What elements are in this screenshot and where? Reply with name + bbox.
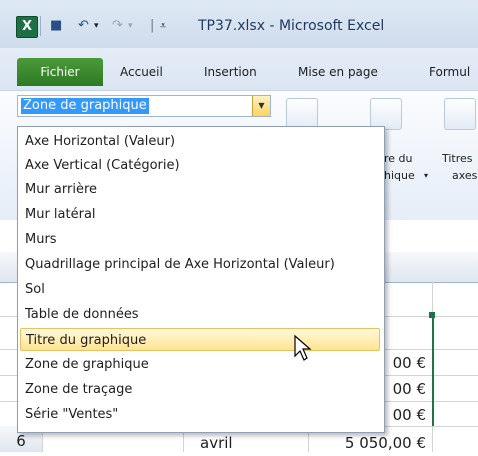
cell-month[interactable]: avril	[200, 434, 233, 452]
chart-title-label-1: re du	[384, 152, 413, 165]
tab-mise-en-page[interactable]: Mise en page	[298, 65, 378, 79]
axis-titles-label-2: axes	[452, 169, 478, 182]
dropdown-item-mur-lateral[interactable]: Mur latéral	[20, 203, 380, 226]
tab-insertion[interactable]: Insertion	[204, 65, 257, 79]
dropdown-item-mur-arriere[interactable]: Mur arrière	[20, 178, 380, 201]
title-bar: X ■ ↶ ▾ ↷ ▾ | ⩡ TP37.xlsx - Microsoft Ex…	[0, 0, 478, 48]
customize-toolbar-icon[interactable]: ⩡	[160, 16, 166, 36]
save-icon[interactable]: ■	[50, 16, 62, 36]
chevron-down-icon: ▾	[424, 171, 429, 180]
undo-dropdown-icon[interactable]: ▾	[94, 16, 99, 36]
dropdown-item-titre-graphique[interactable]: Titre du graphique	[20, 328, 380, 351]
chevron-down-icon[interactable]: ▼	[252, 96, 270, 116]
mouse-cursor-icon	[294, 334, 312, 361]
dropdown-item-sol[interactable]: Sol	[20, 278, 380, 301]
dropdown-item-murs[interactable]: Murs	[20, 228, 380, 251]
tab-accueil[interactable]: Accueil	[120, 65, 163, 79]
ribbon-tabs: Fichier Accueil Insertion Mise en page F…	[0, 48, 478, 90]
cell-amount[interactable]: 5 050,00 €	[306, 434, 426, 452]
selection-border	[432, 318, 434, 426]
dropdown-item-zone-tracage[interactable]: Zone de traçage	[20, 378, 380, 401]
chart-element-dropdown: Axe Horizontal (Valeur) Axe Vertical (Ca…	[17, 126, 385, 433]
redo-icon: ↷	[112, 18, 123, 33]
dropdown-item-axe-horizontal[interactable]: Axe Horizontal (Valeur)	[20, 130, 380, 153]
axis-titles-button[interactable]	[444, 98, 476, 130]
chart-element-selector[interactable]: Zone de graphique ▼	[17, 95, 271, 117]
tab-formules[interactable]: Formul	[429, 65, 470, 79]
separator	[40, 16, 41, 36]
chart-title-label-2: hique	[384, 169, 415, 182]
undo-icon[interactable]: ↶	[78, 16, 89, 36]
axis-titles-label-1: Titres	[442, 152, 473, 165]
dropdown-item-table-donnees[interactable]: Table de données	[20, 303, 380, 326]
separator: |	[150, 18, 155, 33]
redo-dropdown-icon: ▾	[128, 21, 133, 31]
dropdown-item-serie-ventes[interactable]: Série "Ventes"	[20, 403, 380, 426]
excel-icon[interactable]: X	[16, 16, 38, 38]
window-title: TP37.xlsx - Microsoft Excel	[198, 18, 385, 34]
tab-fichier[interactable]: Fichier	[17, 58, 103, 86]
selector-value: Zone de graphique	[21, 98, 149, 114]
dropdown-item-axe-vertical[interactable]: Axe Vertical (Catégorie)	[20, 154, 380, 177]
dropdown-item-quadrillage[interactable]: Quadrillage principal de Axe Horizontal …	[20, 253, 380, 276]
dropdown-item-zone-graphique[interactable]: Zone de graphique	[20, 353, 380, 376]
